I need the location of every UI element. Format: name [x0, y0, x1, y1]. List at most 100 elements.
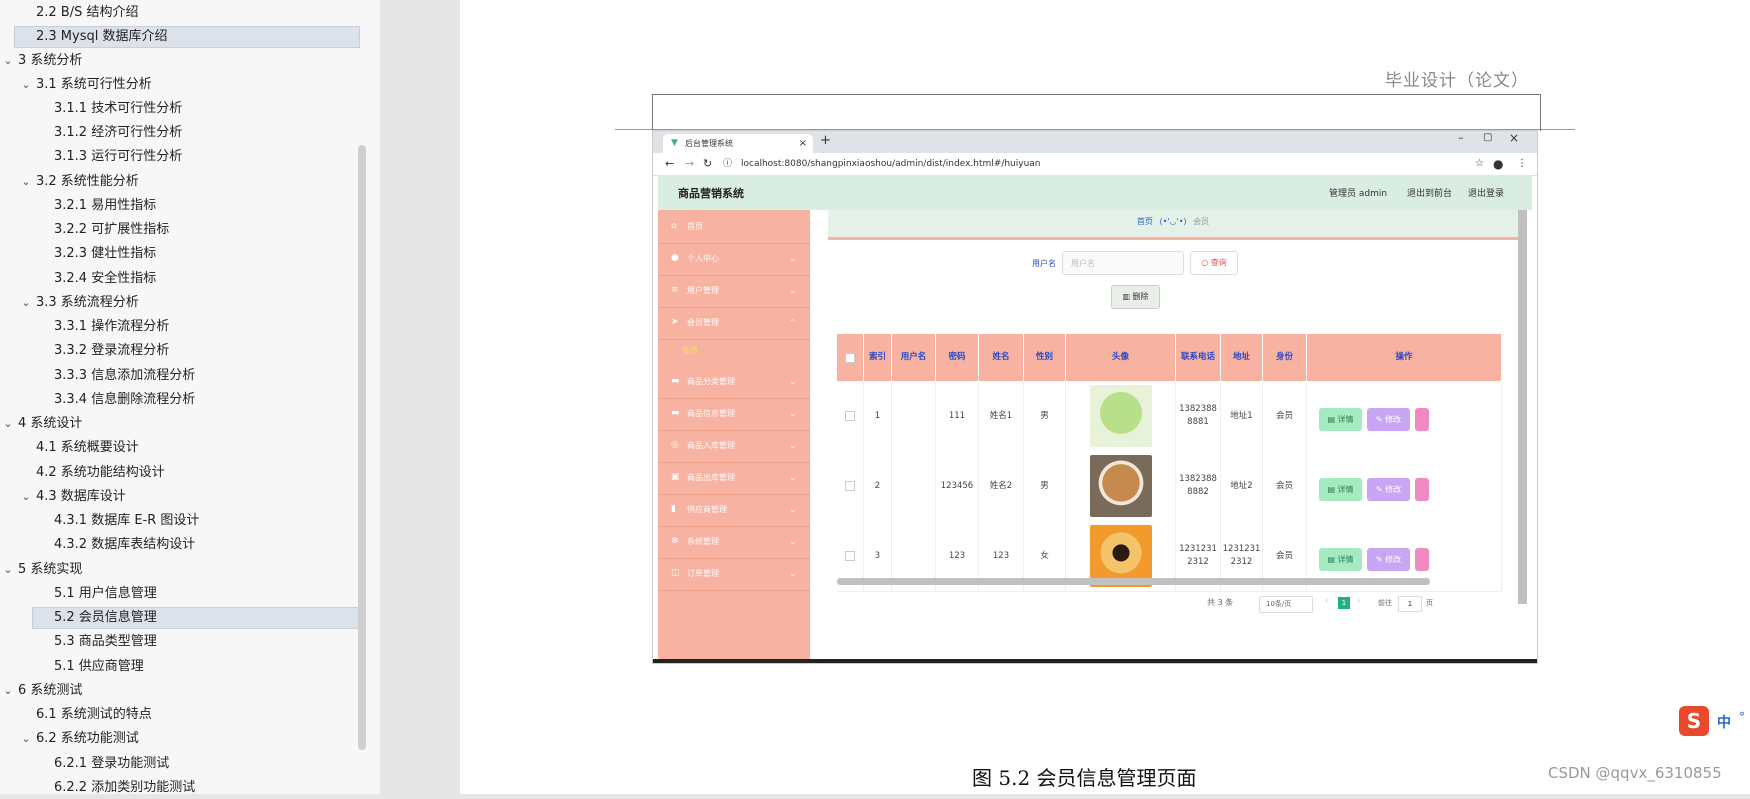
- outline-item[interactable]: 5.3 商品类型管理: [0, 631, 360, 653]
- outline-item[interactable]: 4.1 系统概要设计: [0, 437, 360, 459]
- op-delete-button[interactable]: [1415, 548, 1429, 571]
- outline-item[interactable]: 3.2.1 易用性指标: [0, 195, 360, 217]
- outline-item[interactable]: ⌄ 6 系统测试: [0, 680, 360, 702]
- logout-link[interactable]: 退出登录: [1468, 186, 1504, 199]
- outline-item[interactable]: 5.1 供应商管理: [0, 656, 360, 678]
- outline-item[interactable]: 3.1.2 经济可行性分析: [0, 122, 360, 144]
- window-close-icon[interactable]: ×: [1509, 131, 1519, 145]
- outline-item[interactable]: 6.2.1 登录功能测试: [0, 753, 360, 775]
- expand-chevron-icon[interactable]: ⌄: [1, 50, 15, 72]
- outline-item[interactable]: 3.2.4 安全性指标: [0, 268, 360, 290]
- row-checkbox[interactable]: [845, 551, 855, 561]
- outline-item[interactable]: 3.1.1 技术可行性分析: [0, 98, 360, 120]
- outline-item[interactable]: ⌄ 4.3 数据库设计: [0, 486, 360, 508]
- ime-toolbar[interactable]: S 中 °: [1679, 706, 1750, 736]
- page-1-button[interactable]: 1: [1338, 597, 1350, 609]
- sidebar-item[interactable]: ➤ 会员管理 ⌃: [658, 306, 810, 340]
- back-to-front-link[interactable]: 退出到前台: [1407, 186, 1452, 199]
- op-delete-button[interactable]: [1415, 408, 1429, 431]
- outline-item[interactable]: 2.3 Mysql 数据库介绍: [0, 26, 360, 48]
- expand-chevron-icon[interactable]: ⌄: [19, 728, 33, 750]
- outline-item[interactable]: 3.3.4 信息删除流程分析: [0, 389, 360, 411]
- sidebar-item[interactable]: ▬ 商品信息管理 ⌄: [658, 397, 810, 431]
- outline-item[interactable]: 4.3.1 数据库 E-R 图设计: [0, 510, 360, 532]
- outline-item[interactable]: 5.1 用户信息管理: [0, 583, 360, 605]
- expand-chevron-icon[interactable]: ⌄: [19, 171, 33, 193]
- outline-item[interactable]: 4.2 系统功能结构设计: [0, 462, 360, 484]
- op-detail-button[interactable]: ▤ 详情: [1319, 408, 1362, 431]
- horizontal-scrollbar[interactable]: [837, 578, 1430, 585]
- search-input[interactable]: 用户名: [1062, 251, 1184, 275]
- op-detail-button[interactable]: ▤ 详情: [1319, 478, 1362, 501]
- sidebar-subitem-member[interactable]: 会员: [658, 338, 810, 363]
- sidebar-item[interactable]: ≡ 用户管理 ⌄: [658, 274, 810, 308]
- outline-item[interactable]: 5.2 会员信息管理: [0, 607, 360, 629]
- sidebar-icon: ▬: [671, 376, 680, 386]
- outline-item[interactable]: ⌄ 3.2 系统性能分析: [0, 171, 360, 193]
- expand-chevron-icon[interactable]: ⌄: [1, 559, 15, 581]
- delete-button[interactable]: ▥ 删除: [1111, 285, 1160, 309]
- search-button[interactable]: ○ 查询: [1190, 251, 1238, 275]
- page-size-select[interactable]: 10条/页: [1259, 596, 1313, 613]
- bookmark-star-icon[interactable]: ☆: [1475, 153, 1484, 175]
- outline-item[interactable]: ⌄ 3.3 系统流程分析: [0, 292, 360, 314]
- outline-item[interactable]: 3.1.3 运行可行性分析: [0, 146, 360, 168]
- reload-icon[interactable]: ↻: [703, 153, 712, 175]
- sidebar-item[interactable]: ▮ 供应商管理 ⌄: [658, 493, 810, 527]
- expand-chevron-icon[interactable]: ⌄: [1, 680, 15, 702]
- outline-item[interactable]: ⌄ 4 系统设计: [0, 413, 360, 435]
- outline-item[interactable]: 6.1 系统测试的特点: [0, 704, 360, 726]
- outline-item[interactable]: 2.2 B/S 结构介绍: [0, 2, 360, 24]
- expand-chevron-icon[interactable]: ⌄: [19, 486, 33, 508]
- sidebar-item[interactable]: ⌂ 首页: [658, 210, 810, 244]
- outline-item[interactable]: 3.2.3 健壮性指标: [0, 243, 360, 265]
- outline-scrollbar[interactable]: [358, 145, 366, 750]
- outline-item[interactable]: 3.3.1 操作流程分析: [0, 316, 360, 338]
- row-checkbox[interactable]: [845, 352, 855, 363]
- expand-chevron-icon[interactable]: ⌄: [1, 413, 15, 435]
- row-checkbox[interactable]: [845, 411, 855, 421]
- info-icon[interactable]: ⓘ: [723, 153, 732, 175]
- outline-item[interactable]: 3.2.2 可扩展性指标: [0, 219, 360, 241]
- sidebar-item[interactable]: ◎ 商品入库管理 ⌄: [658, 429, 810, 463]
- sidebar-item[interactable]: ● 个人中心 ⌄: [658, 242, 810, 276]
- row-checkbox[interactable]: [845, 481, 855, 491]
- outline-item[interactable]: ⌄ 6.2 系统功能测试: [0, 728, 360, 750]
- tab-close-icon[interactable]: ×: [799, 134, 807, 153]
- admin-label: 管理员 admin: [1329, 189, 1388, 199]
- menu-kebab-icon[interactable]: ⋮: [1517, 153, 1527, 175]
- back-icon[interactable]: ←: [665, 153, 674, 175]
- sidebar-item[interactable]: ▬ 商品分类管理 ⌄: [658, 365, 810, 399]
- prev-page-icon[interactable]: ‹: [1325, 596, 1328, 605]
- op-edit-button[interactable]: ✎ 修改: [1367, 408, 1410, 431]
- sidebar-item[interactable]: ◫ 订单管理 ⌄: [658, 557, 810, 591]
- outline-item-label: 6 系统测试: [18, 683, 83, 698]
- vertical-scrollbar[interactable]: [1518, 210, 1527, 604]
- next-page-icon[interactable]: ›: [1357, 596, 1360, 605]
- outline-item[interactable]: ⌄ 3.1 系统可行性分析: [0, 74, 360, 96]
- outline-item[interactable]: 4.3.2 数据库表结构设计: [0, 534, 360, 556]
- breadcrumb-home[interactable]: 首页: [1137, 217, 1153, 226]
- op-detail-button[interactable]: ▤ 详情: [1319, 548, 1362, 571]
- outline-item[interactable]: ⌄ 5 系统实现: [0, 559, 360, 581]
- profile-icon[interactable]: ●: [1493, 153, 1503, 175]
- restore-icon[interactable]: ▢: [1483, 132, 1492, 143]
- expand-chevron-icon[interactable]: ⌄: [19, 292, 33, 314]
- op-delete-button[interactable]: [1415, 478, 1429, 501]
- op-edit-button[interactable]: ✎ 修改: [1367, 478, 1410, 501]
- op-edit-button[interactable]: ✎ 修改: [1367, 548, 1410, 571]
- outline-item[interactable]: 6.2.2 添加类别功能测试: [0, 777, 360, 799]
- url-text[interactable]: localhost:8080/shangpinxiaoshou/admin/di…: [741, 153, 1041, 175]
- expand-chevron-icon[interactable]: ⌄: [19, 74, 33, 96]
- browser-tab[interactable]: ▼ 后台管理系统 ×: [663, 134, 813, 153]
- outline-item[interactable]: 3.3.3 信息添加流程分析: [0, 365, 360, 387]
- minimize-icon[interactable]: –: [1458, 131, 1464, 144]
- new-tab-icon[interactable]: +: [820, 133, 831, 148]
- sidebar-item[interactable]: ▣ 商品出库管理 ⌄: [658, 461, 810, 495]
- outline-item[interactable]: ⌄ 3 系统分析: [0, 50, 360, 72]
- outline-item[interactable]: 3.3.2 登录流程分析: [0, 340, 360, 362]
- sidebar-item[interactable]: ⊗ 系统管理 ⌄: [658, 525, 810, 559]
- goto-input[interactable]: 1: [1398, 596, 1422, 612]
- forward-icon[interactable]: →: [685, 153, 694, 175]
- table-cell: 姓名1: [979, 381, 1024, 451]
